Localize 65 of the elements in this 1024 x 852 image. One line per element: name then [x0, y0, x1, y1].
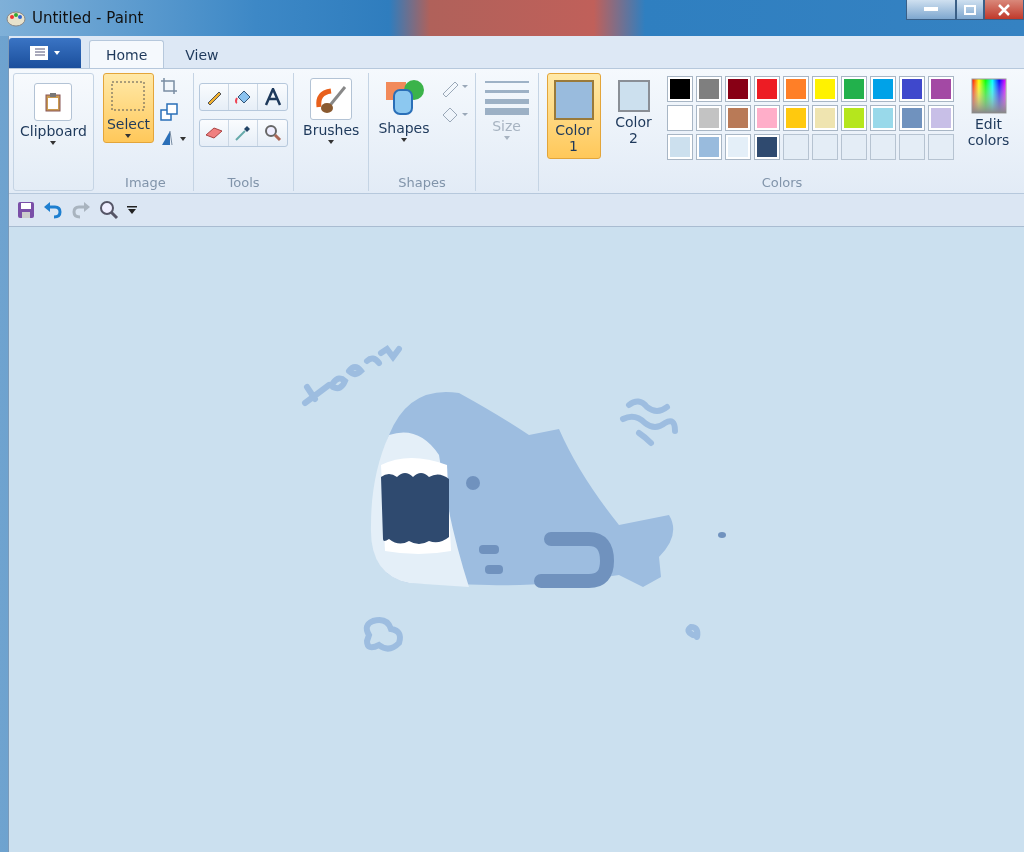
- select-button[interactable]: Select: [102, 73, 155, 143]
- group-label: Colors: [761, 175, 803, 191]
- color-swatch[interactable]: [753, 134, 780, 160]
- minimize-icon: [924, 6, 938, 13]
- spectrum-icon: [970, 78, 1007, 114]
- close-button[interactable]: [984, 0, 1024, 20]
- save-icon[interactable]: [17, 201, 35, 219]
- color-swatch[interactable]: [811, 105, 838, 131]
- empty-swatch[interactable]: [782, 134, 809, 160]
- edit-colors-button[interactable]: Edit colors: [959, 73, 1018, 153]
- empty-swatch[interactable]: [927, 134, 954, 160]
- app-menu-button[interactable]: [9, 38, 81, 68]
- customize-menu-icon[interactable]: [127, 205, 137, 215]
- shapes-icon: [383, 78, 424, 118]
- group-label: Image: [125, 175, 166, 191]
- resize-icon[interactable]: [160, 103, 179, 121]
- palette-app-icon: [6, 9, 26, 27]
- ribbon-tab[interactable]: View: [168, 40, 236, 68]
- group-label: Shapes: [398, 175, 446, 191]
- color-swatch[interactable]: [666, 105, 693, 131]
- color-swatch[interactable]: [869, 105, 896, 131]
- empty-swatch[interactable]: [811, 134, 838, 160]
- zoom-icon[interactable]: [99, 200, 119, 220]
- color-swatch[interactable]: [695, 134, 722, 160]
- color-swatch[interactable]: [927, 76, 954, 102]
- color-swatch[interactable]: [782, 76, 809, 102]
- color-swatch[interactable]: [724, 105, 751, 131]
- maximize-button[interactable]: [956, 0, 984, 20]
- color-swatch[interactable]: [898, 105, 925, 131]
- rotate-icon[interactable]: [160, 129, 189, 147]
- window-title: Untitled - Paint: [32, 9, 144, 27]
- color-swatch[interactable]: [695, 105, 722, 131]
- line-width-icon: [484, 78, 529, 116]
- color-swatch[interactable]: [869, 76, 896, 102]
- color-swatch[interactable]: [724, 134, 751, 160]
- color-swatch[interactable]: [898, 76, 925, 102]
- color-swatch[interactable]: [666, 76, 693, 102]
- color-swatch[interactable]: [811, 76, 838, 102]
- color-swatch[interactable]: [753, 105, 780, 131]
- color-button[interactable]: Color 2: [606, 73, 661, 151]
- color-swatch[interactable]: [666, 134, 693, 160]
- redo-icon[interactable]: [71, 201, 91, 219]
- shapes-button[interactable]: Shapes: [374, 73, 434, 147]
- color-swatch[interactable]: [724, 76, 751, 102]
- empty-swatch[interactable]: [840, 134, 867, 160]
- undo-icon[interactable]: [43, 201, 63, 219]
- drawing-canvas[interactable]: [9, 227, 1024, 852]
- clipboard-icon: [45, 92, 62, 112]
- brushes-button[interactable]: Brushes: [299, 73, 364, 149]
- document-icon: [30, 46, 48, 60]
- minimize-button[interactable]: [906, 0, 956, 20]
- maximize-icon: [964, 4, 976, 15]
- color-swatch[interactable]: [695, 76, 722, 102]
- color-button[interactable]: Color 1: [546, 73, 601, 159]
- color-swatch[interactable]: [840, 105, 867, 131]
- crop-icon[interactable]: [160, 77, 179, 95]
- close-icon: [998, 3, 1010, 16]
- color-swatch[interactable]: [840, 76, 867, 102]
- color-swatch[interactable]: [753, 76, 780, 102]
- group-label: Tools: [227, 175, 260, 191]
- empty-swatch[interactable]: [869, 134, 896, 160]
- empty-swatch[interactable]: [898, 134, 925, 160]
- ribbon-tab[interactable]: Home: [89, 40, 165, 68]
- color-swatch[interactable]: [782, 105, 809, 131]
- color-swatch[interactable]: [927, 105, 954, 131]
